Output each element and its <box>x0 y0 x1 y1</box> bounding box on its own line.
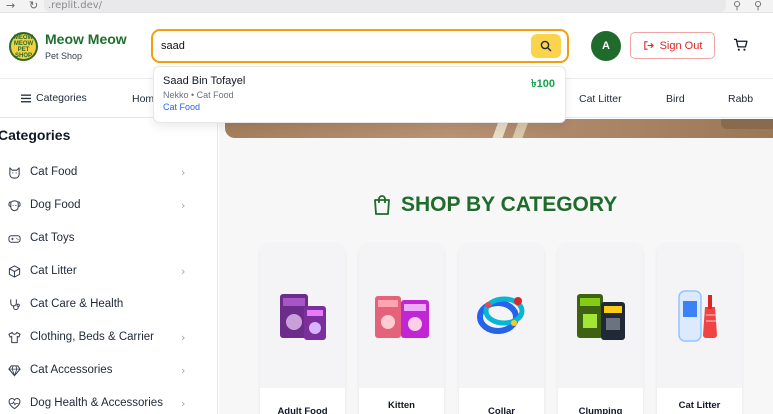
sidebar-item-label: Cat Litter <box>30 265 77 277</box>
cart-icon <box>733 38 748 51</box>
dog-icon <box>7 198 21 212</box>
sidebar-item-label: Dog Food <box>30 199 81 211</box>
sidebar-item-cat-toys[interactable]: Cat Toys <box>0 224 200 252</box>
search-input[interactable] <box>161 36 531 56</box>
nav-item-home[interactable]: Hom <box>132 93 154 105</box>
banner-control[interactable] <box>721 119 773 129</box>
refresh-icon[interactable]: ↻ <box>29 0 38 12</box>
nav-item-bird[interactable]: Bird <box>666 93 685 105</box>
sidebar-item-cat-accessories[interactable]: Cat Accessories › <box>0 356 200 384</box>
sidebar-item-dog-food[interactable]: Dog Food › <box>0 191 200 219</box>
brand-subtitle: Pet Shop <box>45 51 83 61</box>
search-button[interactable] <box>531 34 561 58</box>
category-image <box>558 243 643 388</box>
chevron-right-icon: › <box>181 396 186 410</box>
nav-item-cat-litter[interactable]: Cat Litter <box>579 93 622 105</box>
sidebar-item-dog-health-accessories[interactable]: Dog Health & Accessories › <box>0 389 200 414</box>
app-root: → ↻ .replit.dev/ ⚲ ⚲ MEOW MEOW PET SHOP … <box>0 0 773 414</box>
address-text: .replit.dev/ <box>48 0 103 11</box>
back-icon[interactable]: → <box>6 0 15 12</box>
category-card-kitten[interactable]: Kitten <box>359 243 444 414</box>
browser-chrome: → ↻ .replit.dev/ ⚲ ⚲ <box>0 0 773 13</box>
sidebar-item-label: Cat Toys <box>30 232 75 244</box>
category-label: Clumping <box>578 406 623 414</box>
suggestion-price: ৳100 <box>531 78 555 90</box>
category-card-adult-food[interactable]: Adult Food <box>260 243 345 414</box>
sidebar-item-label: Clothing, Beds & Carrier <box>30 331 154 343</box>
suggestion-category: Cat Food <box>163 102 201 112</box>
stethoscope-icon <box>7 297 21 311</box>
section-title: SHOP BY CATEGORY <box>401 193 618 216</box>
sign-out-label: Sign Out <box>659 39 703 52</box>
category-label: Cat Litter <box>678 400 721 411</box>
sidebar-item-label: Cat Food <box>30 166 78 178</box>
gamepad-icon <box>7 231 21 245</box>
suggestion-name: Saad Bin Tofayel <box>163 75 246 87</box>
chevron-right-icon: › <box>181 363 186 377</box>
sidebar-item-label: Cat Accessories <box>30 364 113 376</box>
category-card-cat-litter[interactable]: Cat Litter <box>657 243 742 414</box>
chevron-right-icon: › <box>181 330 186 344</box>
category-image <box>657 243 742 388</box>
search-box <box>151 29 569 63</box>
address-bar[interactable]: .replit.dev/ <box>44 0 726 12</box>
category-label: Adult Food <box>277 406 328 414</box>
chevron-right-icon: › <box>181 198 186 212</box>
category-image <box>459 243 544 388</box>
heart-pulse-icon <box>7 396 21 410</box>
sidebar-title: Categories <box>0 127 71 143</box>
category-label: Collar <box>488 406 515 414</box>
nav-item-rabbit[interactable]: Rabb <box>728 93 753 105</box>
search-icon <box>540 40 552 52</box>
category-card-clumping[interactable]: Clumping <box>558 243 643 414</box>
main-content: SHOP BY CATEGORY Adult Food Kitten Colla… <box>219 119 773 414</box>
gem-icon <box>7 363 21 377</box>
sidebar-item-cat-litter[interactable]: Cat Litter › <box>0 257 200 285</box>
user-avatar[interactable]: A <box>591 31 621 61</box>
box-icon <box>7 264 21 278</box>
search-suggestions: Saad Bin Tofayel Nekko • Cat Food Cat Fo… <box>153 66 566 123</box>
settings-icon[interactable]: ⚲ <box>754 0 762 12</box>
chevron-right-icon: › <box>181 165 186 179</box>
cart-button[interactable] <box>731 36 749 54</box>
cat-icon <box>7 165 21 179</box>
sidebar-item-clothing-beds-carrier[interactable]: Clothing, Beds & Carrier › <box>0 323 200 351</box>
shirt-icon <box>7 330 21 344</box>
category-label: Kitten <box>388 400 415 411</box>
menu-icon <box>21 94 31 102</box>
category-card-collar[interactable]: Collar <box>459 243 544 414</box>
brand-name[interactable]: Meow Meow <box>45 31 127 47</box>
section-heading: SHOP BY CATEGORY <box>371 193 617 217</box>
sidebar-item-cat-care-health[interactable]: Cat Care & Health <box>0 290 200 318</box>
sidebar-item-label: Cat Care & Health <box>30 298 124 310</box>
extension-icon[interactable]: ⚲ <box>733 0 741 12</box>
chevron-right-icon: › <box>181 264 186 278</box>
sidebar-item-cat-food[interactable]: Cat Food › <box>0 158 200 186</box>
category-sidebar: Categories Cat Food › Dog Food › Cat Toy… <box>0 119 218 414</box>
suggestion-item[interactable]: Saad Bin Tofayel Nekko • Cat Food Cat Fo… <box>154 67 565 122</box>
shopping-bag-icon <box>374 195 390 215</box>
category-image <box>260 243 345 388</box>
category-image <box>359 243 444 388</box>
logo-icon[interactable]: MEOW MEOW PET SHOP <box>9 32 38 61</box>
sidebar-item-label: Dog Health & Accessories <box>30 397 163 409</box>
categories-menu-label: Categories <box>36 92 87 104</box>
suggestion-meta: Nekko • Cat Food <box>163 90 234 100</box>
categories-menu-button[interactable]: Categories <box>21 92 87 104</box>
logout-icon <box>643 41 654 50</box>
sign-out-button[interactable]: Sign Out <box>630 32 715 59</box>
